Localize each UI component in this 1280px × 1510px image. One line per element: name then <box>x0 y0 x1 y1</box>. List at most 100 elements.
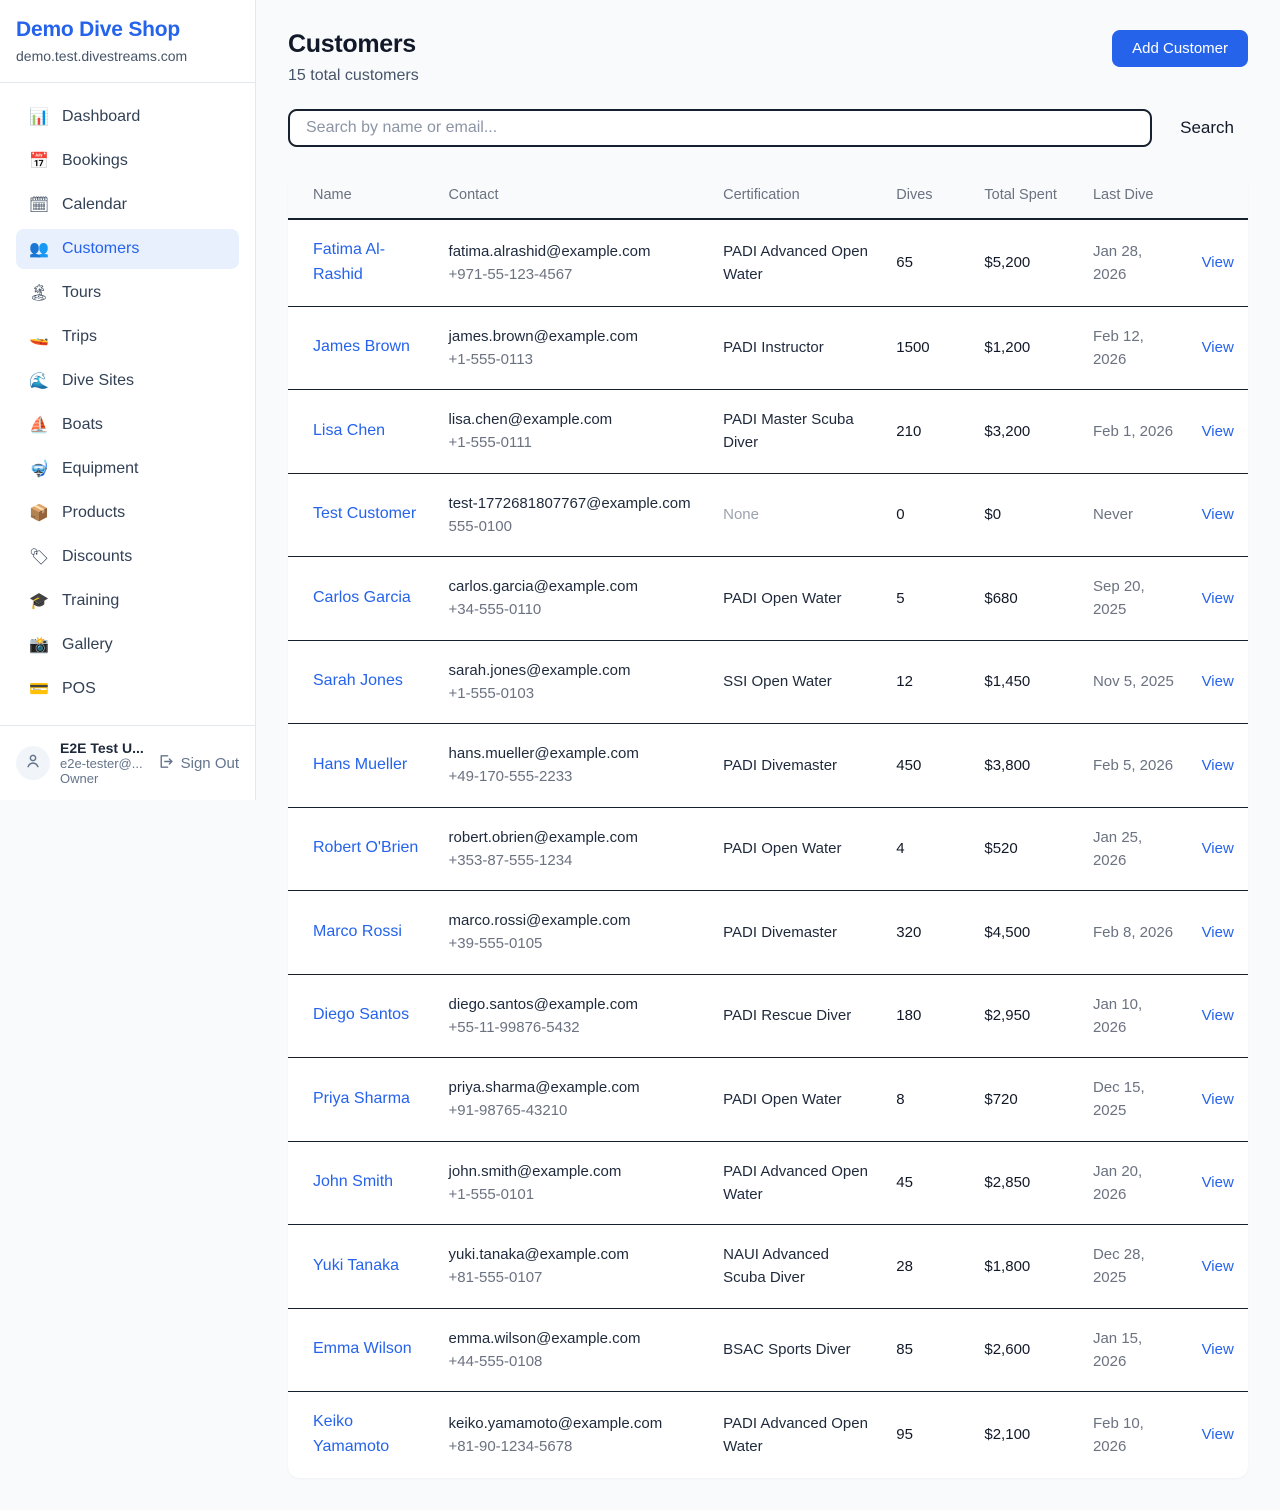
search-row: Search <box>288 109 1248 147</box>
customer-name-link[interactable]: Sarah Jones <box>288 640 437 724</box>
view-customer-link[interactable]: View <box>1190 807 1248 891</box>
view-customer-link[interactable]: View <box>1190 724 1248 808</box>
shop-domain: demo.test.divestreams.com <box>16 48 239 64</box>
customer-name-link[interactable]: Diego Santos <box>288 974 437 1058</box>
customer-name-link[interactable]: Hans Mueller <box>288 724 437 808</box>
sidebar-item-training[interactable]: 🎓Training <box>16 581 239 621</box>
customer-name-link[interactable]: Test Customer <box>288 473 437 557</box>
customer-contact: marco.rossi@example.com+39-555-0105 <box>437 891 712 975</box>
view-customer-link[interactable]: View <box>1190 390 1248 474</box>
view-customer-link[interactable]: View <box>1190 557 1248 641</box>
add-customer-button[interactable]: Add Customer <box>1112 30 1248 67</box>
sidebar-item-tours[interactable]: 🏝Tours <box>16 273 239 313</box>
sidebar-item-calendar[interactable]: 🗓Calendar <box>16 185 239 225</box>
user-meta: E2E Test U... e2e-tester@... Owner <box>60 740 147 786</box>
customer-phone: +81-90-1234-5678 <box>449 1435 700 1458</box>
sidebar-item-pos[interactable]: 💳POS <box>16 669 239 709</box>
view-customer-link[interactable]: View <box>1190 1225 1248 1309</box>
view-customer-link[interactable]: View <box>1190 891 1248 975</box>
calendar-date-icon: 📅 <box>28 151 50 171</box>
customer-dives: 450 <box>884 724 972 808</box>
view-customer-link[interactable]: View <box>1190 1392 1248 1478</box>
column-header-contact: Contact <box>437 173 712 219</box>
camera-flash-icon: 📸 <box>28 635 50 655</box>
sidebar-item-discounts[interactable]: 🏷Discounts <box>16 537 239 577</box>
customer-name-link[interactable]: Yuki Tanaka <box>288 1225 437 1309</box>
customer-name-link[interactable]: Keiko Yamamoto <box>288 1392 437 1478</box>
customer-contact: lisa.chen@example.com+1-555-0111 <box>437 390 712 474</box>
customer-contact: robert.obrien@example.com+353-87-555-123… <box>437 807 712 891</box>
sidebar-item-dive-sites[interactable]: 🌊Dive Sites <box>16 361 239 401</box>
sidebar-item-dashboard[interactable]: 📊Dashboard <box>16 97 239 137</box>
customer-name-link[interactable]: Lisa Chen <box>288 390 437 474</box>
search-input[interactable] <box>288 109 1152 147</box>
customer-name-link[interactable]: Carlos Garcia <box>288 557 437 641</box>
customer-name-link[interactable]: Robert O'Brien <box>288 807 437 891</box>
sidebar-item-bookings[interactable]: 📅Bookings <box>16 141 239 181</box>
customer-dives: 5 <box>884 557 972 641</box>
table-row: Test Customer test-1772681807767@example.… <box>288 473 1248 557</box>
column-header-actions <box>1190 173 1248 219</box>
tag-icon: 🏷 <box>28 547 50 567</box>
customer-email: lisa.chen@example.com <box>449 408 700 431</box>
sidebar-item-trips[interactable]: 🚤Trips <box>16 317 239 357</box>
customer-email: test-1772681807767@example.com <box>449 492 700 515</box>
customer-last-dive: Feb 1, 2026 <box>1081 390 1190 474</box>
customer-certification: PADI Open Water <box>711 807 884 891</box>
sidebar-item-boats[interactable]: ⛵Boats <box>16 405 239 445</box>
customer-total-spent: $2,950 <box>972 974 1081 1058</box>
customer-total-spent: $1,800 <box>972 1225 1081 1309</box>
bar-chart-icon: 📊 <box>28 107 50 127</box>
customer-contact: sarah.jones@example.com+1-555-0103 <box>437 640 712 724</box>
customer-name-link[interactable]: John Smith <box>288 1141 437 1225</box>
table-row: Diego Santosdiego.santos@example.com+55-… <box>288 974 1248 1058</box>
user-name: E2E Test U... <box>60 740 147 756</box>
customer-name-link[interactable]: James Brown <box>288 306 437 390</box>
view-customer-link[interactable]: View <box>1190 306 1248 390</box>
customer-email: diego.santos@example.com <box>449 993 700 1016</box>
view-customer-link[interactable]: View <box>1190 1141 1248 1225</box>
view-customer-link[interactable]: View <box>1190 974 1248 1058</box>
customer-contact: hans.mueller@example.com+49-170-555-2233 <box>437 724 712 808</box>
table-row: Carlos Garciacarlos.garcia@example.com+3… <box>288 557 1248 641</box>
table-row: Robert O'Brienrobert.obrien@example.com+… <box>288 807 1248 891</box>
column-header-name: Name <box>288 173 437 219</box>
customer-email: priya.sharma@example.com <box>449 1076 700 1099</box>
page-title: Customers <box>288 30 419 59</box>
table-header: Name Contact Certification Dives Total S… <box>288 173 1248 219</box>
customer-name-link[interactable]: Emma Wilson <box>288 1308 437 1392</box>
customer-certification: PADI Divemaster <box>711 891 884 975</box>
customer-dives: 12 <box>884 640 972 724</box>
customer-name-link[interactable]: Priya Sharma <box>288 1058 437 1142</box>
credit-card-icon: 💳 <box>28 679 50 699</box>
sign-out-label: Sign Out <box>181 755 239 772</box>
customer-email: yuki.tanaka@example.com <box>449 1243 700 1266</box>
sign-out-button[interactable]: Sign Out <box>157 753 239 774</box>
customer-contact: diego.santos@example.com+55-11-99876-543… <box>437 974 712 1058</box>
sidebar-header: Demo Dive Shop demo.test.divestreams.com <box>0 0 255 83</box>
customer-contact: keiko.yamamoto@example.com+81-90-1234-56… <box>437 1392 712 1478</box>
sidebar-item-customers[interactable]: 👥Customers <box>16 229 239 269</box>
view-customer-link[interactable]: View <box>1190 473 1248 557</box>
customer-certification: SSI Open Water <box>711 640 884 724</box>
main-content: Customers 15 total customers Add Custome… <box>256 0 1280 1510</box>
view-customer-link[interactable]: View <box>1190 219 1248 306</box>
view-customer-link[interactable]: View <box>1190 1058 1248 1142</box>
view-customer-link[interactable]: View <box>1190 640 1248 724</box>
customer-dives: 28 <box>884 1225 972 1309</box>
customer-last-dive: Never <box>1081 473 1190 557</box>
column-header-certification: Certification <box>711 173 884 219</box>
customer-last-dive: Dec 15, 2025 <box>1081 1058 1190 1142</box>
view-customer-link[interactable]: View <box>1190 1308 1248 1392</box>
customer-name-link[interactable]: Marco Rossi <box>288 891 437 975</box>
customer-name-link[interactable]: Fatima Al-Rashid <box>288 219 437 306</box>
sidebar-item-gallery[interactable]: 📸Gallery <box>16 625 239 665</box>
customer-dives: 210 <box>884 390 972 474</box>
sidebar-item-equipment[interactable]: 🤿Equipment <box>16 449 239 489</box>
graduation-cap-icon: 🎓 <box>28 591 50 611</box>
table-body: Fatima Al-Rashidfatima.alrashid@example.… <box>288 219 1248 1478</box>
search-button[interactable]: Search <box>1180 118 1234 138</box>
diving-mask-icon: 🤿 <box>28 459 50 479</box>
sidebar-item-products[interactable]: 📦Products <box>16 493 239 533</box>
table-row: Fatima Al-Rashidfatima.alrashid@example.… <box>288 219 1248 306</box>
